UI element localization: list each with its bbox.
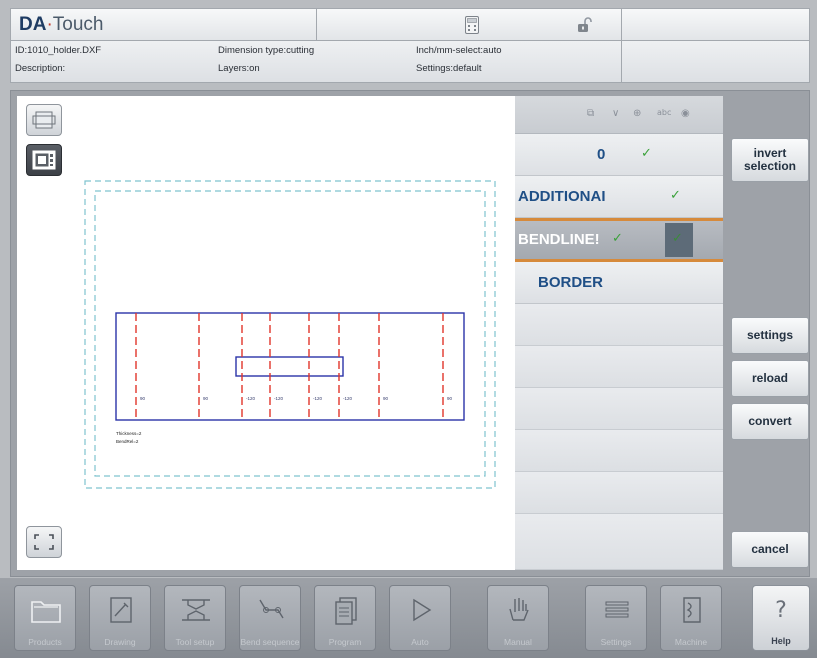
- fit-view-button[interactable]: [26, 526, 62, 558]
- check-icon: ✓: [612, 231, 623, 246]
- layers-header: ⧉ ∨ ⊕ abc ◉: [515, 96, 723, 134]
- bend-label: 90: [140, 396, 146, 401]
- cutout-outline: [235, 356, 344, 377]
- file-info-cell: ID:1010_holder.DXF Description: Dimensio…: [11, 41, 622, 82]
- cancel-button[interactable]: cancel: [731, 531, 809, 568]
- view-single-button[interactable]: [26, 104, 62, 136]
- nav-label: Products: [28, 637, 62, 647]
- nav-tool-setup[interactable]: Tool setup: [164, 585, 226, 651]
- abc-icon[interactable]: abc: [657, 108, 671, 117]
- tool-setup-icon: [182, 599, 210, 621]
- title-bar: DA·Touch: [10, 8, 810, 41]
- layer-row-additional[interactable]: ADDITIONAI ✓: [515, 176, 723, 218]
- nav-machine[interactable]: Machine: [660, 585, 722, 651]
- layer-row-0[interactable]: 0 ✓: [515, 134, 723, 176]
- single-view-icon: [32, 111, 56, 129]
- part-outline: [115, 312, 465, 421]
- empty-layer-row: [515, 472, 723, 514]
- layer-row-bendline[interactable]: BENDLINE! ✓ ✓: [515, 218, 723, 262]
- reload-button[interactable]: reload: [731, 360, 809, 397]
- bend-label: -120: [343, 396, 353, 401]
- nav-label: Manual: [504, 637, 532, 647]
- play-icon: [413, 598, 432, 622]
- chevron-down-icon[interactable]: ∨: [612, 108, 619, 119]
- check-icon: ✓: [641, 146, 652, 161]
- drawing-icon: [110, 597, 132, 623]
- settings-button[interactable]: settings: [731, 317, 809, 354]
- nav-drawing[interactable]: Drawing: [89, 585, 151, 651]
- folder-icon: [31, 601, 61, 623]
- help-icon: ?: [775, 598, 787, 623]
- layer-view-icon: [32, 150, 56, 170]
- nav-settings[interactable]: Settings: [585, 585, 647, 651]
- empty-layer-row: [515, 430, 723, 472]
- nav-products[interactable]: Products: [14, 585, 76, 651]
- bend-label: -120: [274, 396, 284, 401]
- bend-label: -120: [246, 396, 256, 401]
- nav-auto[interactable]: Auto: [389, 585, 451, 651]
- check-icon: ✓: [670, 188, 681, 203]
- layer-name: 0: [597, 146, 606, 163]
- target-icon[interactable]: ⊕: [633, 108, 641, 119]
- help-label: Help: [771, 636, 791, 646]
- dxf-drawing[interactable]: 90 90 -120 -120 -120 -120 90 90 Thicknes…: [17, 96, 515, 570]
- convert-button[interactable]: convert: [731, 403, 809, 440]
- layers-list: ⧉ ∨ ⊕ abc ◉ 0 ✓ ADDITIONAI ✓ BENDLINE! ✓…: [515, 96, 723, 570]
- dimension-type: Dimension type:cutting: [218, 45, 315, 56]
- bend-sequence-icon: [259, 599, 284, 619]
- layer-name: BENDLINE!: [518, 231, 600, 248]
- bend-label: 90: [447, 396, 453, 401]
- layers-state: Layers:on: [218, 63, 260, 74]
- unlock-icon[interactable]: [577, 17, 593, 33]
- file-info-bar: ID:1010_holder.DXF Description: Dimensio…: [10, 41, 810, 83]
- nav-program[interactable]: Program: [314, 585, 376, 651]
- empty-layer-row: [515, 514, 723, 570]
- brand-logo: DA·Touch: [19, 14, 104, 35]
- thickness-note: Thickness=2: [116, 431, 142, 436]
- empty-layer-row: [515, 346, 723, 388]
- nav-manual[interactable]: Manual: [487, 585, 549, 651]
- status-cell: [317, 9, 622, 40]
- bend-label: 90: [203, 396, 209, 401]
- fit-screen-icon: [34, 534, 54, 550]
- settings-state: Settings:default: [416, 63, 482, 74]
- invert-selection-button[interactable]: invert selection: [731, 138, 809, 182]
- inner-border-dashed: [94, 190, 486, 477]
- dxf-canvas[interactable]: 90 90 -120 -120 -120 -120 90 90 Thicknes…: [17, 96, 515, 570]
- empty-layer-row: [515, 388, 723, 430]
- nav-label: Bend sequence: [240, 637, 300, 647]
- program-icon: [335, 597, 357, 625]
- outer-border-dashed: [84, 180, 496, 489]
- nav-bend-sequence[interactable]: Bend sequence: [239, 585, 301, 651]
- view-layers-button[interactable]: [26, 144, 62, 176]
- nav-label: Program: [328, 637, 362, 647]
- bend-label: -120: [313, 396, 323, 401]
- nav-label: Tool setup: [175, 637, 215, 647]
- layer-name: ADDITIONAI: [518, 188, 606, 205]
- settings-list-icon: [605, 601, 629, 618]
- bend-label: 90: [383, 396, 389, 401]
- check-icon: ✓: [672, 231, 683, 246]
- hand-icon: [509, 598, 529, 621]
- copy-icon[interactable]: ⧉: [587, 108, 594, 119]
- nav-label: Drawing: [104, 637, 136, 647]
- brand-cell: DA·Touch: [11, 9, 317, 40]
- layer-row-border[interactable]: BORDER: [515, 262, 723, 304]
- empty-layer-row: [515, 304, 723, 346]
- empty-status-cell: [622, 9, 809, 40]
- file-id: ID:1010_holder.DXF: [15, 45, 102, 56]
- nav-label: Machine: [674, 637, 708, 647]
- nav-label: Auto: [411, 637, 429, 647]
- nav-label: Settings: [600, 637, 632, 647]
- bend-relief-note: BendRel=2: [116, 439, 139, 444]
- machine-icon: [683, 597, 701, 623]
- unit-select: Inch/mm-select:auto: [416, 45, 502, 56]
- bend-lines: [135, 313, 444, 420]
- description-label: Description:: [15, 63, 66, 74]
- help-button[interactable]: ? Help: [752, 585, 810, 651]
- calculator-icon[interactable]: [465, 16, 479, 34]
- layer-name: BORDER: [538, 274, 604, 291]
- eye-icon[interactable]: ◉: [681, 108, 690, 119]
